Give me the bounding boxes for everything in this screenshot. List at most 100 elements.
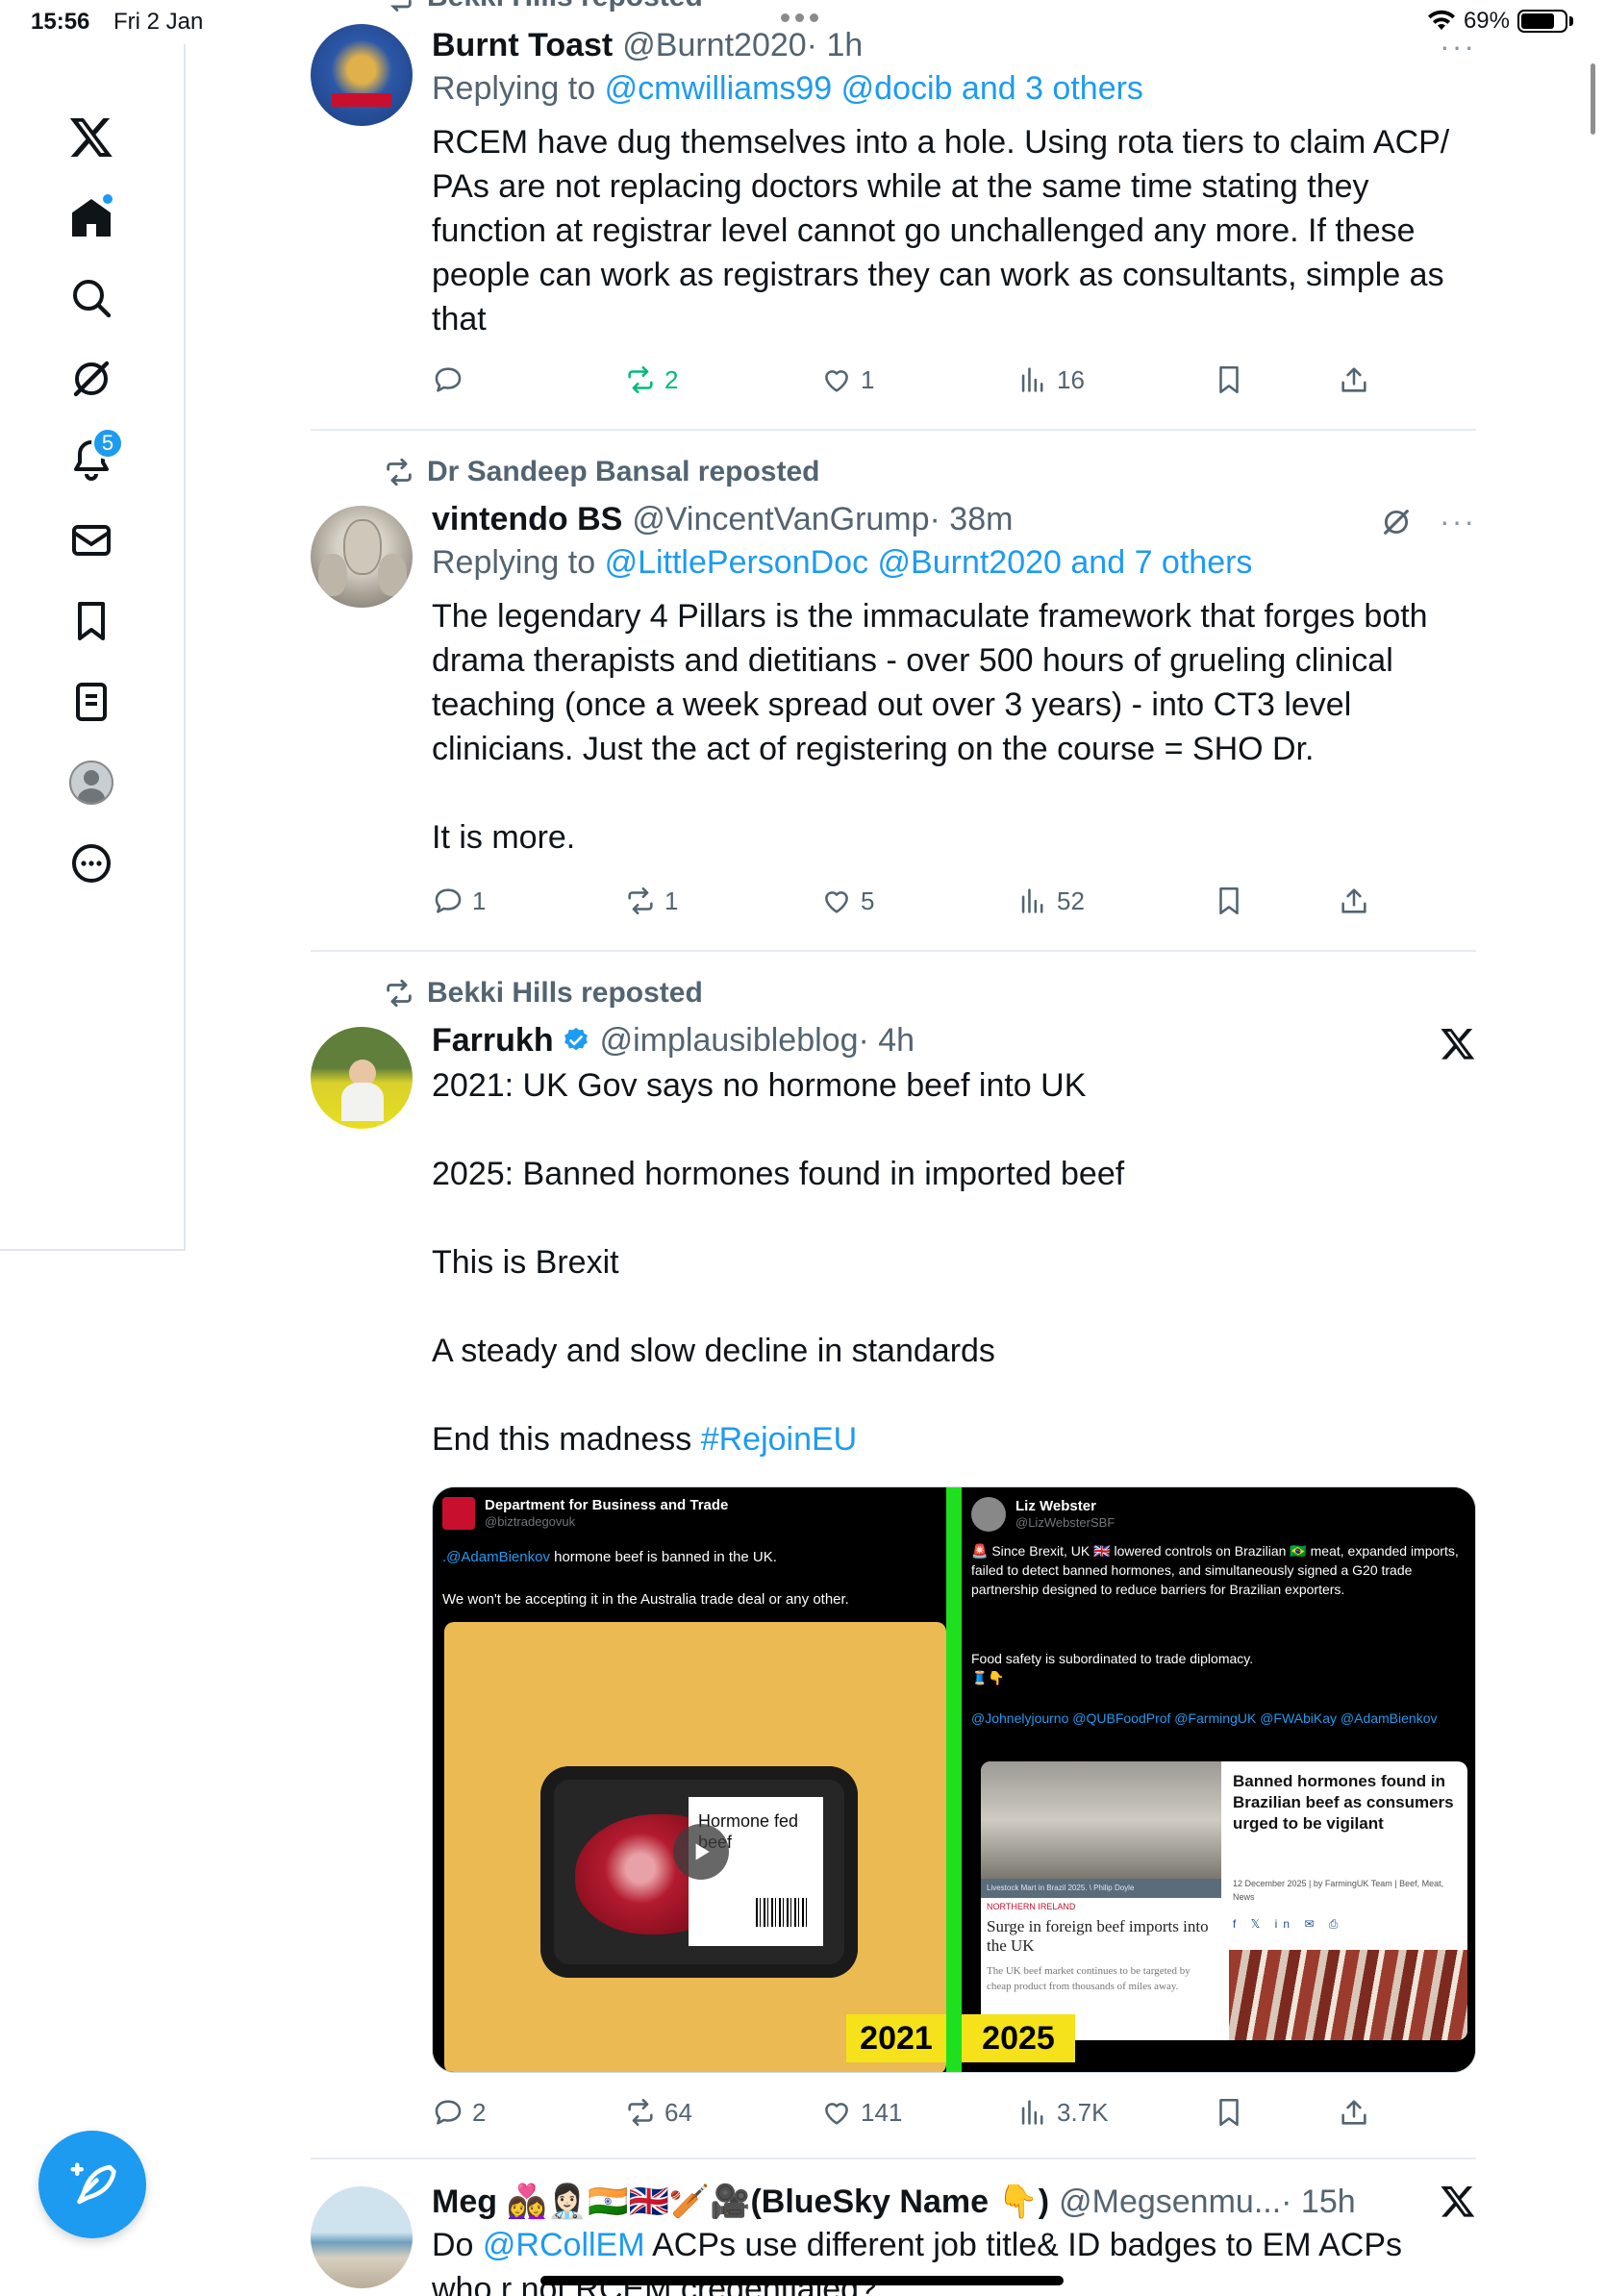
tweet-text-body: 2021: UK Gov says no hormone beef into U…: [432, 1067, 1125, 1458]
sidebar-item-bookmarks[interactable]: [53, 583, 130, 660]
tweet-time[interactable]: · 15h: [1281, 2181, 1356, 2223]
tweet-more-button[interactable]: ···: [1440, 29, 1476, 64]
share-button[interactable]: [1338, 2096, 1370, 2129]
replying-to: Replying to @cmwilliams99 @docib and 3 o…: [432, 66, 1451, 111]
profile-avatar: [69, 761, 113, 805]
embedded-handle: @LizWebsterSBF: [1015, 1515, 1115, 1530]
tweet-time[interactable]: · 1h: [807, 24, 864, 66]
repost-icon: [628, 2098, 653, 2127]
embedded-name: Department for Business and Trade: [485, 1497, 729, 1513]
sidebar-item-home[interactable]: [53, 179, 130, 256]
more-icon[interactable]: ···: [1440, 504, 1476, 539]
play-icon[interactable]: [673, 1824, 729, 1880]
crown-logo-icon: [442, 1497, 475, 1530]
tweet-header: Burnt Toast @Burnt2020 · 1h: [432, 24, 1451, 66]
status-date: Fri 2 Jan: [113, 9, 204, 35]
tweet-text: 2021: UK Gov says no hormone beef into U…: [432, 1063, 1451, 1461]
tweet-header-actions: [1440, 2183, 1476, 2219]
tweet-header: Farrukh @implausibleblog · 4h: [432, 1019, 1451, 1061]
tweet-content: Burnt Toast @Burnt2020 · 1h Replying to …: [432, 24, 1451, 341]
author-name[interactable]: Burnt Toast: [432, 24, 613, 66]
repost-button[interactable]: 2: [624, 363, 678, 396]
tweet-mention[interactable]: @RCollEM: [483, 2227, 645, 2263]
x-logo-icon[interactable]: [53, 98, 130, 175]
author-name[interactable]: Meg 👩‍❤️‍👩👩🏻‍⚕️🇮🇳🇬🇧🏏🎥(BlueSky Name 👇): [432, 2181, 1049, 2223]
like-button[interactable]: 5: [820, 885, 874, 917]
more-icon: ···: [1440, 29, 1476, 63]
battery-icon: [1517, 10, 1567, 33]
bookmark-icon: [1219, 2098, 1239, 2127]
sidebar-item-messages[interactable]: [53, 502, 130, 579]
bookmark-button[interactable]: [1213, 2096, 1245, 2129]
bookmark-icon: [78, 602, 105, 640]
avatar[interactable]: [311, 506, 413, 608]
tweet-media-video[interactable]: Department for Business and Trade @biztr…: [432, 1486, 1476, 2073]
embedded-text-3: 🧵👇: [971, 1670, 1005, 1685]
author-name[interactable]: Farrukh: [432, 1019, 554, 1061]
tweet-time[interactable]: · 4h: [858, 1019, 915, 1061]
sidebar-item-search[interactable]: [53, 260, 130, 337]
search-icon: [73, 280, 112, 318]
reply-button[interactable]: 2: [432, 2096, 486, 2129]
author-handle[interactable]: @Megsenmu...: [1059, 2181, 1281, 2223]
bookmark-button[interactable]: [1213, 363, 1245, 396]
author-handle[interactable]: @Burnt2020: [622, 24, 806, 66]
sidebar-item-lists[interactable]: [53, 663, 130, 740]
views-button[interactable]: 52: [1016, 885, 1085, 917]
embedded-line1: hormone beef is banned in the UK.: [549, 1549, 777, 1565]
media-divider: [946, 1487, 962, 2072]
list-icon: [76, 683, 107, 721]
tweet-time[interactable]: · 38m: [930, 498, 1014, 540]
heart-icon: [825, 891, 848, 913]
repost-text: Bekki Hills reposted: [427, 977, 703, 1009]
reply-mentions[interactable]: @cmwilliams99 @docib and 3 others: [605, 70, 1143, 107]
avatar[interactable]: [311, 2186, 413, 2288]
compose-button[interactable]: [38, 2131, 146, 2238]
views-button[interactable]: 16: [1016, 363, 1085, 396]
home-indicator[interactable]: [540, 2276, 1064, 2285]
article-tag: NORTHERN IRELAND: [987, 1902, 1076, 1911]
like-button[interactable]: 141: [820, 2096, 902, 2129]
grok-icon: [73, 361, 110, 397]
like-button[interactable]: 1: [820, 363, 874, 396]
year-label-left: 2021: [846, 2014, 946, 2062]
sidebar-item-more[interactable]: [53, 825, 130, 902]
share-button[interactable]: [1338, 363, 1370, 396]
x-logo-icon[interactable]: [1440, 2183, 1476, 2219]
author-handle[interactable]: @VincentVanGrump: [632, 498, 929, 540]
reply-icon: [435, 367, 462, 392]
hashtag-link[interactable]: #RejoinEU: [701, 1421, 858, 1458]
views-button[interactable]: 3.7K: [1016, 2096, 1109, 2129]
tweet-text: RCEM have dug themselves into a hole. Us…: [432, 124, 1450, 337]
avatar[interactable]: [311, 1027, 413, 1129]
embedded-text: .@AdamBienkov hormone beef is banned in …: [442, 1547, 937, 1567]
author-handle[interactable]: @implausibleblog: [600, 1019, 859, 1061]
cattle-photo: [981, 1761, 1221, 1879]
repost-icon: [389, 0, 412, 12]
reply-button[interactable]: 1: [432, 885, 486, 917]
bookmark-button[interactable]: [1213, 885, 1245, 917]
repost-button[interactable]: 64: [624, 2096, 692, 2129]
grok-icon[interactable]: [1380, 506, 1413, 538]
author-name[interactable]: vintendo BS: [432, 498, 622, 540]
share-button[interactable]: [1338, 885, 1370, 917]
divider: [311, 429, 1476, 431]
notifications-badge: 5: [91, 427, 124, 460]
reply-button[interactable]: [432, 363, 472, 396]
share-icon: [1341, 2100, 1366, 2125]
share-icon: [1341, 367, 1366, 392]
sidebar-item-notifications[interactable]: 5: [53, 421, 130, 498]
tweet-actions: 1 1 5 52: [432, 885, 1393, 927]
x-logo-icon[interactable]: [1440, 1025, 1476, 1061]
multitask-dots-icon[interactable]: [781, 13, 818, 22]
photo-caption-bar: Livestock Mart in Brazil 2025. \ Philip …: [981, 1879, 1221, 1898]
sidebar-item-profile[interactable]: [53, 744, 130, 821]
view-count: 3.7K: [1057, 2097, 1109, 2127]
repost-button[interactable]: 1: [624, 885, 678, 917]
avatar[interactable]: [311, 24, 413, 126]
sidebar-item-grok[interactable]: [53, 340, 130, 417]
photo-caption: Livestock Mart in Brazil 2025. \ Philip …: [987, 1884, 1135, 1892]
reply-mentions[interactable]: @LittlePersonDoc @Burnt2020 and 7 others: [605, 544, 1253, 581]
scrollbar[interactable]: [1591, 63, 1595, 135]
tweet-content: Farrukh @implausibleblog · 4h 2021: UK G…: [432, 1019, 1451, 1461]
